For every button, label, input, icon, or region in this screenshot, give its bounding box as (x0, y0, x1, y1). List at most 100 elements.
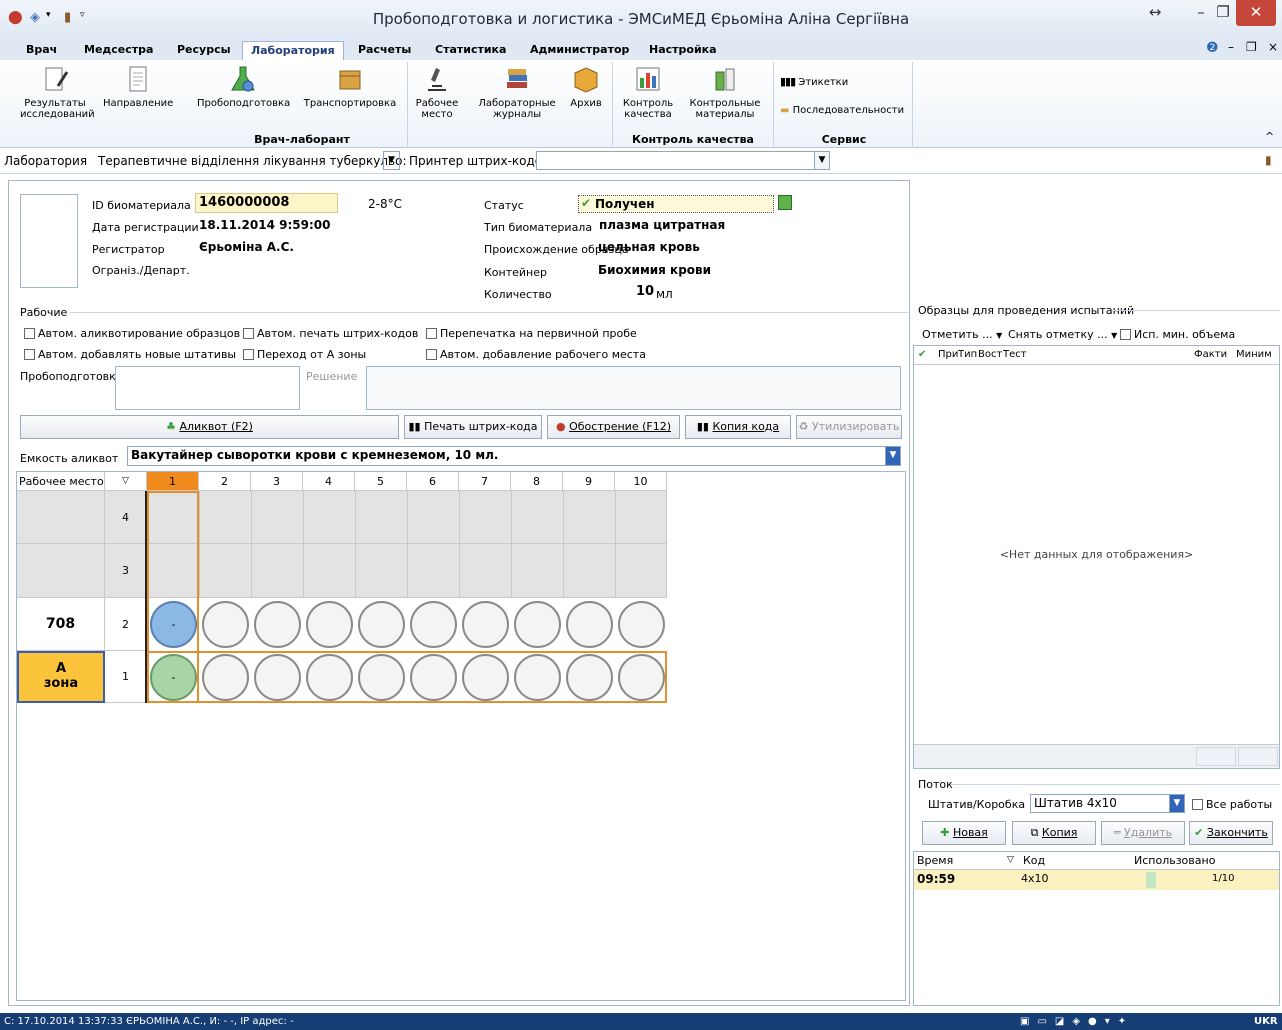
a-zone-cell[interactable]: Азона (17, 651, 105, 703)
col-minimum[interactable]: Миним (1236, 346, 1272, 364)
delete-button[interactable]: ═ Удалить (1101, 821, 1185, 845)
col-header[interactable]: 9 (563, 472, 615, 491)
rack-slot[interactable] (202, 654, 249, 701)
rack-slot[interactable] (566, 654, 613, 701)
mdi-close-icon[interactable]: × (1268, 40, 1278, 54)
rack-slot[interactable] (410, 601, 457, 648)
mdi-minimize-icon[interactable]: – (1228, 40, 1234, 54)
tab-settings[interactable]: Настройка (645, 41, 721, 60)
tab-laboratory[interactable]: Лаборатория (242, 41, 344, 60)
mdi-restore-icon[interactable]: ❐ (1246, 40, 1257, 54)
table-row[interactable]: 09:59 4x10 1/10 (914, 870, 1279, 890)
rack-slot[interactable] (202, 601, 249, 648)
col-header[interactable]: 4 (303, 472, 355, 491)
copy-code-button[interactable]: ▮▮ Копия кода (685, 415, 791, 439)
col-test[interactable]: Тест (1003, 346, 1027, 364)
mark-dropdown[interactable]: Отметить ... ▼ (922, 328, 1002, 341)
printer-select[interactable]: ▼ (536, 151, 830, 170)
tab-statistics[interactable]: Статистика (431, 41, 510, 60)
auto-new-racks-checkbox[interactable]: Автом. добавлять новые штативы (24, 348, 236, 361)
rack-slot[interactable] (254, 654, 301, 701)
row-workplace-cell[interactable]: 708 (17, 598, 105, 651)
col-time[interactable]: Время (917, 852, 953, 869)
new-button[interactable]: ✚ Новая (922, 821, 1006, 845)
row-workplace-cell[interactable] (17, 491, 105, 544)
reprint-checkbox[interactable]: Перепечатка на первичной пробе (426, 327, 637, 340)
workplace-button[interactable]: Рабочее место (412, 64, 462, 120)
status-edit-icon[interactable] (778, 195, 792, 210)
dispose-button[interactable]: ♻ Утилизировать (796, 415, 902, 439)
rack-slot[interactable] (410, 654, 457, 701)
auto-print-checkbox[interactable]: Автом. печать штрих-кодов (243, 327, 418, 340)
rack-slot[interactable] (358, 601, 405, 648)
from-a-zone-checkbox[interactable]: Переход от А зоны (243, 348, 366, 361)
sampleprep-button[interactable]: Пробоподготовка (197, 64, 290, 109)
col-header[interactable]: 10 (615, 472, 667, 491)
direction-button[interactable]: Направление (103, 64, 173, 109)
status-field[interactable]: ✔ Получен (578, 195, 774, 213)
print-barcode-button[interactable]: ▮▮ Печать штрих-кода (404, 415, 542, 439)
tab-admin[interactable]: Администратор (526, 41, 633, 60)
col-type[interactable]: Тип (958, 346, 977, 364)
rack-slot[interactable] (306, 654, 353, 701)
rack-slot[interactable] (462, 601, 509, 648)
transport-button[interactable]: Транспортировка (302, 64, 398, 109)
tab-nurse[interactable]: Медсестра (80, 41, 157, 60)
sequences-button[interactable]: ▬ Последовательности (780, 105, 904, 116)
escalate-button[interactable]: ● Обострение (F12) (547, 415, 680, 439)
copy-button[interactable]: ⧉ Копия (1012, 821, 1096, 845)
col-header[interactable]: 3 (251, 472, 303, 491)
row-workplace-cell[interactable] (17, 544, 105, 598)
tray-icons[interactable]: ▣▭◪◈●▾✦ (1020, 1013, 1134, 1030)
rack-slot[interactable] (514, 654, 561, 701)
col-restore[interactable]: Вост (978, 346, 1002, 364)
rack-slot[interactable] (358, 654, 405, 701)
help-icon[interactable]: ❷ (1206, 40, 1219, 56)
col-workplace-header[interactable]: Рабочее место (17, 472, 105, 491)
all-works-checkbox[interactable]: Все работы (1192, 798, 1272, 811)
rack-slot-filled[interactable]: - (150, 601, 197, 648)
min-volume-checkbox[interactable]: Исп. мин. объема (1120, 328, 1235, 341)
rack-slot[interactable] (254, 601, 301, 648)
rack-slot[interactable] (462, 654, 509, 701)
unmark-dropdown[interactable]: Снять отметку ... ▼ (1008, 328, 1117, 341)
sort-filter-icon[interactable]: ▽ (105, 472, 147, 491)
col-header[interactable]: 1 (147, 472, 199, 491)
exit-door-icon[interactable]: ▮ (1265, 153, 1272, 167)
auto-workplace-checkbox[interactable]: Автом. добавление рабочего места (426, 348, 646, 361)
col-header[interactable]: 5 (355, 472, 407, 491)
quality-control-button[interactable]: Контроль качества (618, 64, 678, 120)
aliquot-button[interactable]: ♣ Аликвот (F2) (20, 415, 399, 439)
department-dropdown[interactable]: ▼ (383, 151, 400, 170)
rack-slot[interactable] (566, 601, 613, 648)
tab-calculations[interactable]: Расчеты (354, 41, 415, 60)
capacity-select[interactable]: Вакутайнер сыворотки крови с кремнеземом… (127, 446, 901, 466)
rack-slot[interactable] (514, 601, 561, 648)
check-icon[interactable]: ✔ (918, 346, 926, 364)
archive-button[interactable]: Архив (566, 64, 606, 109)
tab-doctor[interactable]: Врач (22, 41, 61, 60)
rack-slot-filled[interactable]: - (150, 654, 197, 701)
labels-button[interactable]: ▮▮▮ Этикетки (780, 76, 848, 88)
rack-slot[interactable] (618, 654, 665, 701)
journals-button[interactable]: Лабораторные журналы (472, 64, 562, 120)
collapse-ribbon-icon[interactable]: ^ (1265, 130, 1274, 143)
col-actual[interactable]: Факти (1194, 346, 1227, 364)
col-header[interactable]: 2 (199, 472, 251, 491)
rack-slot[interactable] (618, 601, 665, 648)
col-header[interactable]: 8 (511, 472, 563, 491)
finish-button[interactable]: ✔ Закончить (1189, 821, 1273, 845)
decision-textarea[interactable] (366, 366, 901, 410)
sort-filter-icon[interactable]: ▽ (1007, 852, 1014, 869)
close-button[interactable]: ✕ (1236, 0, 1276, 26)
col-header[interactable]: 7 (459, 472, 511, 491)
col-used[interactable]: Использовано (1134, 852, 1215, 869)
results-button[interactable]: Результаты исследований (20, 64, 95, 120)
language-indicator[interactable]: UKR (1254, 1013, 1278, 1030)
col-priority[interactable]: При (938, 346, 958, 364)
col-header[interactable]: 6 (407, 472, 459, 491)
rack-select[interactable]: Штатив 4x10 ▼ (1030, 794, 1185, 813)
resize-icon[interactable]: ↔ (1132, 0, 1178, 26)
rack-slot[interactable] (306, 601, 353, 648)
prep-textarea[interactable] (115, 366, 300, 410)
